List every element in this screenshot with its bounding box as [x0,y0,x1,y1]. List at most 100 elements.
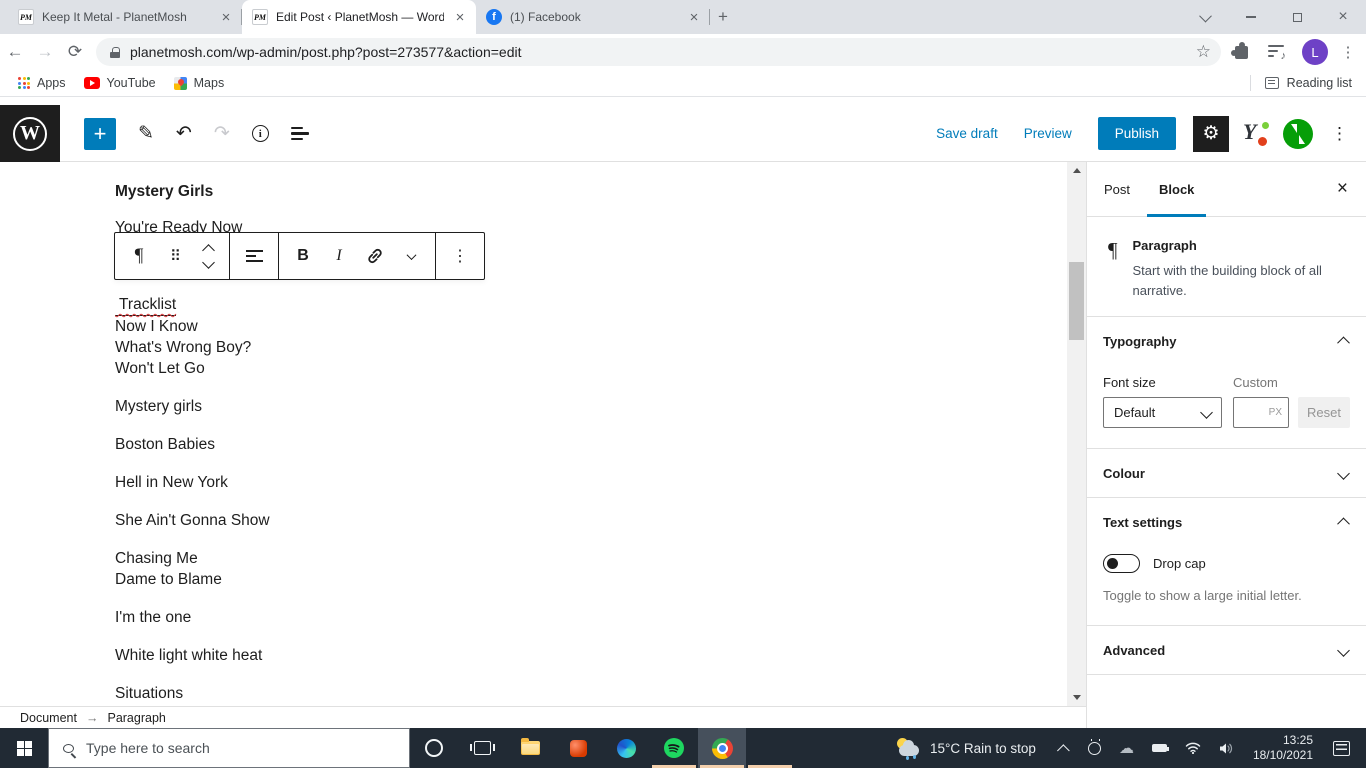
media-controls-icon[interactable]: ♪ [1268,44,1286,62]
close-sidebar-button[interactable]: × [1337,178,1348,200]
tab-block[interactable]: Block [1147,162,1207,217]
bookmark-apps[interactable]: Apps [18,76,66,90]
wifi-button[interactable] [1185,742,1201,754]
breadcrumb-paragraph[interactable]: Paragraph [107,711,165,725]
clock-widget[interactable]: 13:25 18/10/2021 [1253,733,1313,763]
tab-facebook[interactable]: f (1) Facebook × [476,0,710,34]
task-view-button[interactable] [458,728,506,768]
typography-panel-header[interactable]: Typography [1087,317,1366,365]
undo-button[interactable]: ↶ [176,122,192,145]
url-text[interactable]: planetmosh.com/wp-admin/post.php?post=27… [130,44,1188,60]
list-view-button[interactable] [290,126,309,141]
jetpack-button[interactable] [1283,118,1313,149]
back-button[interactable]: ← [0,42,30,62]
track-line[interactable] [115,379,270,396]
edit-tool-button[interactable]: ✎ [138,122,154,145]
editor-scrollbar[interactable] [1067,162,1086,706]
office-button[interactable] [554,728,602,768]
settings-gear-button[interactable]: ⚙ [1193,115,1229,152]
address-bar[interactable]: planetmosh.com/wp-admin/post.php?post=27… [96,38,1221,66]
forward-button[interactable]: → [30,42,60,62]
tab-keep-it-metal[interactable]: PM Keep It Metal - PlanetMosh × [8,0,242,34]
reload-button[interactable]: ⟳ [60,42,90,62]
track-line[interactable] [115,493,270,510]
save-draft-button[interactable]: Save draft [936,126,998,141]
tracklist-underlined-text[interactable]: Tracklist [115,294,177,316]
bookmark-maps[interactable]: Maps [173,76,224,90]
redo-button[interactable]: ↷ [214,122,230,145]
custom-size-input[interactable]: PX [1233,397,1289,428]
track-line[interactable]: I'm the one [115,607,270,628]
running-app-button[interactable] [746,728,794,768]
link-button[interactable] [357,238,393,274]
close-window-button[interactable]: × [1320,0,1366,34]
file-explorer-button[interactable] [506,728,554,768]
paragraph-block-icon[interactable]: ¶ [121,238,157,274]
track-line[interactable] [115,590,270,607]
block-movers[interactable] [193,238,223,274]
move-up-icon[interactable] [201,243,215,257]
new-tab-button[interactable]: + [718,7,728,27]
secure-lock-icon[interactable] [110,46,120,58]
drag-handle-icon[interactable]: ⠿ [157,238,193,274]
track-line[interactable]: Dame to Blame [115,569,270,590]
yoast-seo-button[interactable]: Y [1241,119,1271,148]
maximize-button[interactable] [1274,0,1320,34]
move-down-icon[interactable] [201,255,215,269]
edge-button[interactable] [602,728,650,768]
track-line[interactable] [115,531,270,548]
spotify-button[interactable] [650,728,698,768]
bookmark-youtube[interactable]: YouTube [83,76,156,90]
drop-cap-toggle[interactable] [1103,554,1140,573]
track-line[interactable] [115,628,270,645]
browser-menu-icon[interactable]: ⋮ [1338,43,1358,61]
search-input[interactable] [86,740,366,756]
weather-widget[interactable]: 15°C Rain to stop [930,741,1036,756]
post-content[interactable]: Tracklist Now I Know What's Wrong Boy? Won… [115,294,270,704]
editor-canvas[interactable]: Mystery Girls You're Ready Now ¶ ⠿ B I ⋮… [0,162,1086,706]
reading-list-button[interactable]: Reading list [1287,76,1352,90]
track-line[interactable]: Hell in New York [115,472,270,493]
tab-close-icon[interactable]: × [452,9,468,26]
show-hidden-icons-button[interactable] [1056,743,1070,757]
align-button[interactable] [236,238,272,274]
paragraph-bold[interactable]: Mystery Girls [115,183,213,201]
track-line[interactable] [115,666,270,683]
tab-edit-post[interactable]: PM Edit Post ‹ PlanetMosh — WordPr × [242,0,476,34]
track-line[interactable]: She Ain't Gonna Show [115,510,270,531]
publish-button[interactable]: Publish [1097,117,1176,150]
tab-close-icon[interactable]: × [218,9,234,26]
track-line[interactable]: Now I Know [115,316,270,337]
block-options-button[interactable]: ⋮ [442,238,478,274]
breadcrumb-document[interactable]: Document [20,711,77,725]
scroll-down-arrow[interactable] [1067,689,1086,706]
track-line[interactable]: Situations [115,683,270,704]
track-line[interactable]: Boston Babies [115,434,270,455]
track-line[interactable] [115,417,270,434]
font-size-select[interactable]: Default [1103,397,1222,428]
volume-button[interactable] [1219,742,1234,755]
preview-button[interactable]: Preview [1024,126,1072,141]
extensions-icon[interactable] [1231,41,1248,59]
tab-close-icon[interactable]: × [686,9,702,26]
italic-button[interactable]: I [321,238,357,274]
track-line[interactable]: White light white heat [115,645,270,666]
scrollbar-thumb[interactable] [1069,262,1084,340]
scroll-up-arrow[interactable] [1067,162,1086,179]
action-center-button[interactable] [1333,740,1350,756]
wordpress-logo-button[interactable]: W [0,105,60,162]
track-line[interactable]: Chasing Me [115,548,270,569]
more-formatting-button[interactable] [393,238,429,274]
track-line[interactable]: What's Wrong Boy? [115,337,270,358]
battery-button[interactable] [1151,744,1170,752]
onedrive-icon[interactable]: ☁ [1119,739,1134,757]
bold-button[interactable]: B [285,238,321,274]
track-line[interactable]: Mystery girls [115,396,270,417]
details-button[interactable]: i [251,125,269,142]
text-settings-panel-header[interactable]: Text settings [1087,498,1366,546]
track-line[interactable] [115,455,270,472]
taskbar-search-box[interactable] [48,728,410,768]
advanced-panel-header[interactable]: Advanced [1087,626,1366,674]
meet-now-button[interactable] [1087,738,1101,755]
profile-avatar[interactable]: L [1302,39,1328,65]
